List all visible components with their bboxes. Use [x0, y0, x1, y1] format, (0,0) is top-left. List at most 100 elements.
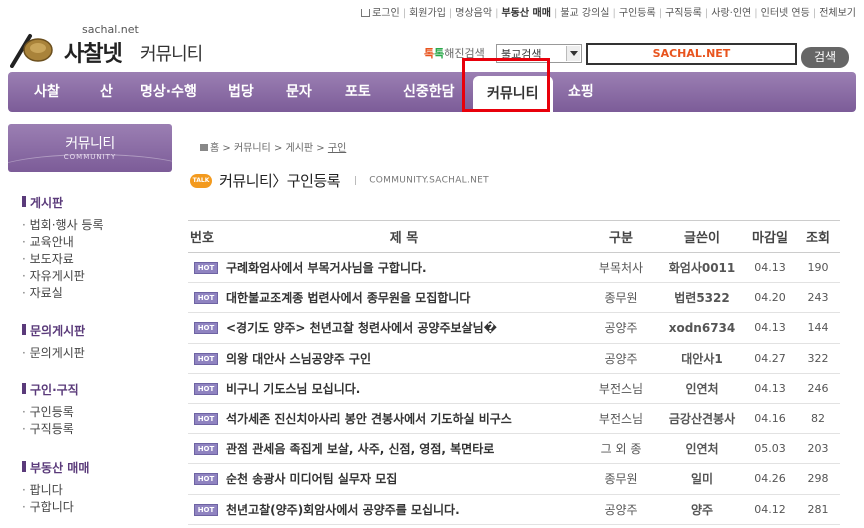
sidebar-item[interactable]: 구인등록 — [22, 404, 79, 421]
cell-author: 대안사1 — [660, 343, 744, 374]
chevron-down-icon — [566, 46, 580, 61]
cell-subject[interactable]: <경기도 양주> 천년고찰 청련사에서 공양주보살님� — [226, 312, 582, 344]
cell-category: 종무원 — [582, 282, 660, 314]
top-link[interactable]: 인터넷 연등 — [761, 8, 810, 19]
cell-subject[interactable]: 의왕 대안사 스님공양주 구인 — [226, 343, 582, 374]
sidebar-subtitle: COMMUNITY — [63, 153, 117, 161]
cell-category: 부목처사 — [582, 252, 660, 284]
cell-subject[interactable]: 구례화엄사에서 부목거사님을 구합니다. — [226, 252, 582, 284]
table-row[interactable]: HOT 천년고찰(양주)회암사에서 공양주를 모십니다. 공양주 양주 04.12 281 — [188, 494, 840, 525]
site-url: sachal.net — [82, 23, 139, 36]
cell-subject[interactable]: 대한불교조계종 법련사에서 종무원을 모집합니다 — [226, 282, 582, 314]
cell-subject[interactable]: 석가세존 진신치아사리 봉안 견봉사에서 기도하실 비구스 — [226, 403, 582, 435]
hot-badge-icon: HOT — [194, 292, 218, 305]
table-row[interactable]: HOT 비구니 기도스님 모십니다. 부전스님 인연처 04.13 246 — [188, 373, 840, 404]
cell-subject[interactable]: 관점 관세음 족집게 보살, 사주, 신점, 영점, 복면타로 — [226, 433, 582, 465]
subject-link[interactable]: 의왕 대안사 스님공양주 구인 — [226, 352, 371, 366]
top-link[interactable]: 사랑·인연 — [711, 8, 751, 19]
subject-link[interactable]: 순천 송광사 미디어팀 실무자 모집 — [226, 472, 397, 486]
col-deadline: 마감일 — [744, 220, 796, 253]
cell-author: 화엄사0011 — [660, 252, 744, 284]
cell-views: 190 — [796, 252, 840, 284]
subject-link[interactable]: <경기도 양주> 천년고찰 청련사에서 공양주보살님� — [226, 321, 497, 335]
top-link[interactable]: 전체보기 — [819, 8, 856, 19]
cell-views: 322 — [796, 343, 840, 374]
nav-item-4[interactable]: 문자 — [286, 72, 312, 112]
top-link[interactable]: 로그인 — [372, 8, 400, 19]
cell-category: 그 외 종 — [582, 433, 660, 465]
sidebar-item[interactable]: 구직등록 — [22, 421, 79, 438]
page-title: TALK 커뮤니티〉구인등록 COMMUNITY.SACHAL.NET — [190, 170, 489, 191]
sidebar-group-title[interactable]: 게시판 — [22, 194, 104, 211]
table-row[interactable]: HOT 순천 송광사 미디어팀 실무자 모집 종무원 일미 04.26 298 — [188, 463, 840, 495]
sidebar-item[interactable]: 자유게시판 — [22, 268, 104, 285]
top-link[interactable]: 부동산 매매 — [501, 8, 550, 19]
sidebar-group-title[interactable]: 구인·구직 — [22, 381, 79, 398]
logo[interactable]: sachal.net 사찰넷 커뮤니티 — [8, 22, 208, 74]
cell-category: 부전스님 — [582, 373, 660, 404]
table-row[interactable]: HOT 관점 관세음 족집게 보살, 사주, 신점, 영점, 복면타로 그 외 종인… — [188, 433, 840, 465]
main-nav: 사찰 산 명상·수행 법당 문자 포토 신중한담 커뮤니티 쇼핑 — [8, 72, 856, 112]
table-row[interactable]: HOT 대한불교조계종 법련사에서 종무원을 모집합니다 종무원 법련5322 04.2… — [188, 282, 840, 314]
sidebar-item[interactable]: 문의게시판 — [22, 345, 85, 362]
page-subtitle: COMMUNITY.SACHAL.NET — [369, 175, 489, 186]
search-button[interactable]: 검색 — [801, 47, 849, 68]
table-row[interactable]: HOT 의왕 대안사 스님공양주 구인 공양주 대안사1 04.27 322 — [188, 343, 840, 374]
cell-badge: HOT — [188, 403, 226, 435]
nav-item-3[interactable]: 법당 — [228, 72, 254, 112]
sidebar-group: 구인·구직구인등록구직등록 — [22, 381, 79, 438]
subject-link[interactable]: 구례화엄사에서 부목거사님을 구합니다. — [226, 261, 427, 275]
cell-badge: HOT — [188, 373, 226, 404]
nav-item-6[interactable]: 신중한담 — [403, 72, 455, 112]
sidebar-item[interactable]: 구합니다 — [22, 499, 89, 516]
page-title-text: 커뮤니티〉구인등록 — [219, 172, 340, 190]
hot-badge-icon: HOT — [194, 352, 218, 365]
cell-subject[interactable]: 비구니 기도스님 모십니다. — [226, 373, 582, 404]
table-row[interactable]: HOT <경기도 양주> 천년고찰 청련사에서 공양주보살님� 공양주 xodn673… — [188, 312, 840, 344]
cell-author: xodn6734 — [660, 312, 744, 344]
top-link[interactable]: 구인등록 — [619, 8, 656, 19]
table-row[interactable]: HOT 석가세존 진신치아사리 봉안 견봉사에서 기도하실 비구스 부전스님 금강산견… — [188, 403, 840, 435]
cell-badge: HOT — [188, 282, 226, 314]
nav-item-1[interactable]: 산 — [100, 72, 113, 112]
sidebar-item[interactable]: 자료실 — [22, 285, 104, 302]
sidebar-item[interactable]: 교육안내 — [22, 234, 104, 251]
nav-item-5[interactable]: 포토 — [345, 72, 371, 112]
hot-badge-icon: HOT — [194, 262, 218, 275]
top-link[interactable]: 명상음악 — [455, 8, 492, 19]
nav-item-8[interactable]: 쇼핑 — [568, 72, 594, 112]
search-category-select[interactable]: 불교검색 — [496, 44, 582, 63]
top-link[interactable]: 회원가입 — [409, 8, 446, 19]
nav-item-2[interactable]: 명상·수행 — [140, 72, 197, 112]
search-input[interactable]: SACHAL.NET — [586, 43, 797, 65]
home-icon — [200, 144, 208, 151]
cell-category: 공양주 — [582, 312, 660, 344]
cell-deadline: 04.12 — [744, 494, 796, 525]
hot-badge-icon: HOT — [194, 413, 218, 426]
sidebar-title: 커뮤니티 — [65, 136, 115, 152]
sidebar-item[interactable]: 법회·행사 등록 — [22, 217, 104, 234]
subject-link[interactable]: 비구니 기도스님 모십니다. — [226, 382, 360, 396]
subject-link[interactable]: 석가세존 진신치아사리 봉안 견봉사에서 기도하실 비구스 — [226, 412, 512, 426]
hot-badge-icon: HOT — [194, 382, 218, 395]
nav-item-0[interactable]: 사찰 — [34, 72, 60, 112]
sidebar-item[interactable]: 보도자료 — [22, 251, 104, 268]
sidebar-group-title[interactable]: 문의게시판 — [22, 322, 85, 339]
hot-badge-icon: HOT — [194, 443, 218, 456]
sidebar-header: 커뮤니티 COMMUNITY — [8, 124, 172, 172]
subject-link[interactable]: 관점 관세음 족집게 보살, 사주, 신점, 영점, 복면타로 — [226, 442, 494, 456]
sidebar-group-title[interactable]: 부동산 매매 — [22, 459, 89, 476]
search-label: 톡톡해진검색 — [424, 47, 485, 60]
table-row[interactable]: HOT 구례화엄사에서 부목거사님을 구합니다. 부목처사 화엄사0011 04.13 1… — [188, 252, 840, 284]
cell-deadline: 05.03 — [744, 433, 796, 465]
nav-item-7[interactable]: 커뮤니티 — [473, 76, 553, 112]
cell-badge: HOT — [188, 433, 226, 465]
top-link[interactable]: 구직등록 — [665, 8, 702, 19]
hot-badge-icon: HOT — [194, 473, 218, 486]
top-link[interactable]: 불교 강의실 — [560, 8, 609, 19]
subject-link[interactable]: 대한불교조계종 법련사에서 종무원을 모집합니다 — [226, 291, 470, 305]
sidebar-item[interactable]: 팝니다 — [22, 482, 89, 499]
cell-subject[interactable]: 순천 송광사 미디어팀 실무자 모집 — [226, 463, 582, 495]
cell-subject[interactable]: 천년고찰(양주)회암사에서 공양주를 모십니다. — [226, 494, 582, 525]
subject-link[interactable]: 천년고찰(양주)회암사에서 공양주를 모십니다. — [226, 503, 460, 517]
